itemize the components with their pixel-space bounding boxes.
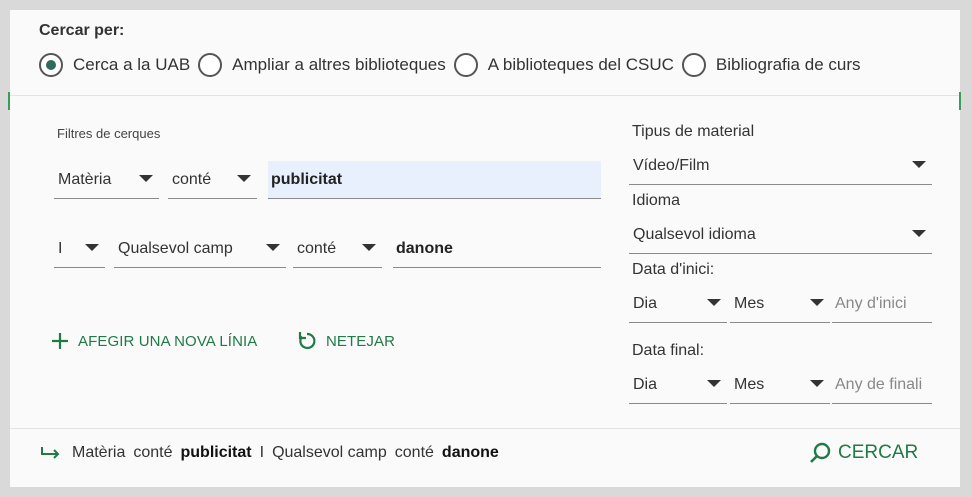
radio-unselected-icon[interactable]	[198, 53, 223, 77]
reset-icon	[298, 332, 316, 350]
caret-down-icon	[810, 380, 824, 387]
scope-radio-label: Bibliografia de curs	[715, 55, 861, 74]
caret-down-icon	[912, 161, 926, 168]
input-value: danone	[396, 239, 453, 257]
summary-term: publicitat	[180, 444, 252, 461]
material-type-label: Tipus de material	[632, 123, 755, 140]
language-select[interactable]: Qualsevol idioma	[629, 216, 932, 254]
caret-down-icon	[362, 244, 376, 251]
query-summary: Matèria conté publicitat I Qualsevol cam…	[40, 444, 507, 462]
select-value: conté	[297, 239, 337, 257]
row2-boolean-select[interactable]: I	[54, 230, 105, 268]
plus-icon	[52, 333, 68, 349]
row2-value-input[interactable]: danone	[393, 230, 601, 268]
end-date-label: Data final:	[632, 342, 705, 359]
row1-value-input[interactable]: publicitat	[268, 161, 601, 199]
input-placeholder: Any d'inici	[835, 294, 907, 312]
caret-down-icon	[139, 175, 153, 182]
scope-radio-csuc[interactable]: A biblioteques del CSUC	[453, 53, 674, 77]
summary-term: Matèria	[72, 444, 126, 461]
radio-unselected-icon[interactable]	[681, 53, 706, 77]
add-line-label: AFEGIR UNA NOVA LÍNIA	[78, 332, 258, 350]
end-year-input[interactable]: Any de finali	[832, 366, 932, 404]
summary-term: danone	[441, 444, 499, 461]
input-placeholder: Any de finali	[835, 375, 923, 393]
clear-label: NETEJAR	[326, 332, 396, 350]
row2-field-select[interactable]: Qualsevol camp	[114, 230, 286, 268]
scope-radio-group: Cerca a la UAB Ampliar a altres bibliote…	[39, 53, 868, 77]
advanced-search-panel: Cercar per: Cerca a la UAB Ampliar a alt…	[8, 10, 961, 487]
select-value: Qualsevol camp	[118, 239, 233, 257]
search-button-label: CERCAR	[838, 442, 919, 463]
select-value: Dia	[633, 375, 658, 393]
summary-term: I	[259, 444, 265, 461]
scope-radio-label: Cerca a la UAB	[73, 55, 191, 74]
select-value: conté	[172, 170, 212, 188]
caret-down-icon	[810, 299, 824, 306]
select-value: Mes	[734, 294, 765, 312]
radio-selected-icon[interactable]	[39, 53, 63, 77]
row2-operator-select[interactable]: conté	[293, 230, 382, 268]
select-value: Dia	[633, 294, 658, 312]
caret-down-icon	[266, 244, 280, 251]
language-label: Idioma	[632, 192, 681, 209]
select-value: Vídeo/Film	[633, 156, 710, 174]
radio-unselected-icon[interactable]	[453, 53, 478, 77]
scope-radio-uab[interactable]: Cerca a la UAB	[39, 53, 190, 77]
caret-down-icon	[237, 175, 251, 182]
search-button[interactable]: CERCAR	[808, 441, 918, 465]
focus-tick-right	[959, 92, 961, 110]
scope-title: Cercar per:	[39, 22, 125, 39]
input-value: publicitat	[271, 170, 343, 188]
search-summary-bar: Matèria conté publicitat I Qualsevol cam…	[10, 428, 960, 487]
select-value: Qualsevol idioma	[633, 225, 756, 243]
scope-radio-label: A biblioteques del CSUC	[487, 55, 674, 74]
caret-down-icon	[912, 230, 926, 237]
select-value: Mes	[734, 375, 765, 393]
scope-radio-course-bibliography[interactable]: Bibliografia de curs	[681, 53, 861, 77]
filters-title: Filtres de cerques	[57, 126, 161, 141]
start-month-select[interactable]: Mes	[730, 285, 830, 323]
search-scope-section: Cercar per: Cerca a la UAB Ampliar a alt…	[10, 10, 960, 96]
caret-down-icon	[707, 380, 721, 387]
start-year-input[interactable]: Any d'inici	[832, 285, 932, 323]
select-value: I	[58, 239, 63, 257]
clear-button[interactable]: NETEJAR	[296, 330, 395, 352]
scope-radio-other-libraries[interactable]: Ampliar a altres biblioteques	[198, 53, 446, 77]
select-value: Matèria	[58, 170, 112, 188]
start-day-select[interactable]: Dia	[629, 285, 727, 323]
add-line-button[interactable]: AFEGIR UNA NOVA LÍNIA	[50, 331, 257, 351]
arrow-right-hook-icon	[41, 447, 60, 459]
end-month-select[interactable]: Mes	[730, 366, 830, 404]
focus-tick-left	[8, 92, 10, 110]
material-type-select[interactable]: Vídeo/Film	[629, 147, 932, 185]
caret-down-icon	[85, 244, 99, 251]
end-day-select[interactable]: Dia	[629, 366, 727, 404]
summary-term: conté	[133, 444, 173, 461]
summary-term: conté	[394, 444, 434, 461]
summary-term: Qualsevol camp	[272, 444, 387, 461]
row1-field-select[interactable]: Matèria	[54, 161, 159, 199]
caret-down-icon	[707, 299, 721, 306]
search-icon	[810, 442, 831, 463]
row1-operator-select[interactable]: conté	[168, 161, 257, 199]
scope-radio-label: Ampliar a altres biblioteques	[232, 55, 446, 74]
start-date-label: Data d'inici:	[632, 261, 715, 278]
